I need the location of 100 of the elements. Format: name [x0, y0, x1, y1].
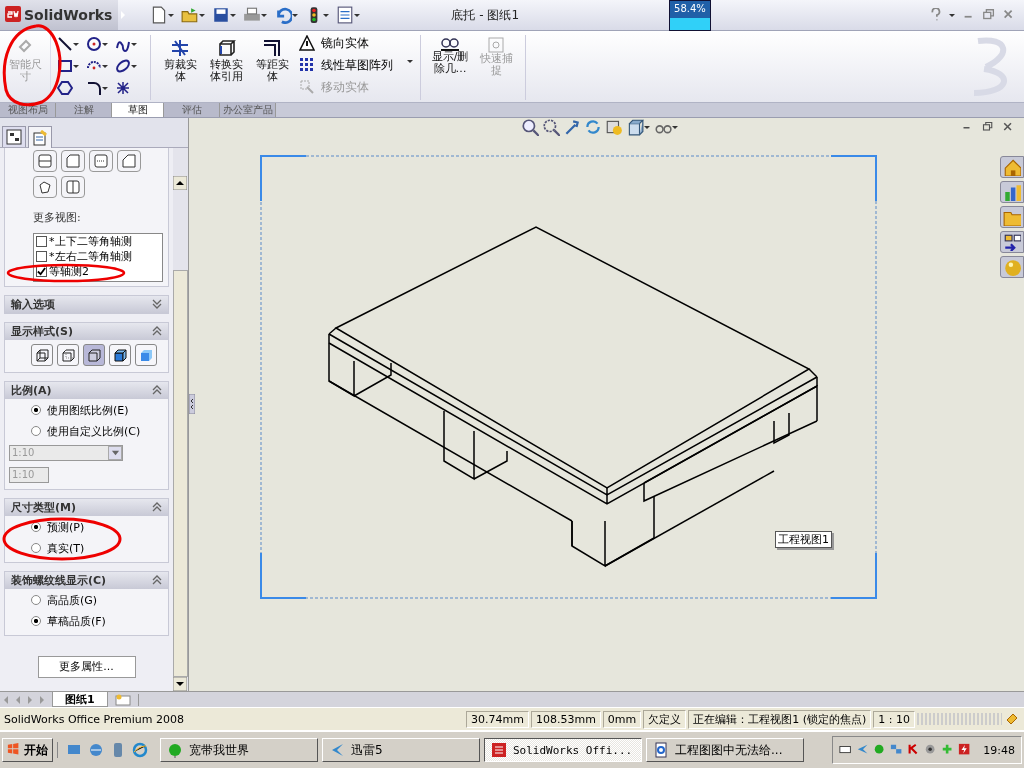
taskbar-button[interactable]: SolidWorks Offi...	[484, 738, 642, 763]
fillet-icon[interactable]	[86, 80, 102, 96]
chevron-up-icon[interactable]	[152, 385, 162, 396]
ribbon-button[interactable]: 镜向实体	[299, 33, 393, 53]
line-icon[interactable]	[57, 36, 73, 52]
section-header[interactable]: 输入选项	[5, 295, 168, 313]
radio-label: 使用图纸比例(E)	[47, 402, 129, 418]
chevron-down-icon[interactable]	[152, 299, 162, 310]
section-header[interactable]: 尺寸类型(M)	[5, 498, 168, 516]
checkbox[interactable]	[36, 250, 47, 262]
radio-button[interactable]	[31, 522, 41, 533]
radio-label: 真实(T)	[47, 540, 85, 556]
ellipse-icon[interactable]	[115, 58, 131, 74]
print-icon[interactable]	[243, 6, 262, 24]
start-button[interactable]: 开始	[2, 738, 53, 763]
point-icon[interactable]	[115, 80, 131, 96]
view-orientation-icon[interactable]	[93, 152, 109, 169]
view-orientation-icon[interactable]	[65, 152, 81, 169]
feature-tree-icon[interactable]	[6, 128, 22, 145]
clock: 19:48	[983, 743, 1015, 757]
section-header[interactable]: 装饰螺纹线显示(C)	[5, 571, 168, 589]
view-cube-icon[interactable]	[626, 117, 644, 136]
radio-button[interactable]	[31, 543, 41, 554]
radio-button[interactable]	[31, 426, 41, 437]
section-title: 尺寸类型(M)	[11, 499, 76, 515]
window-title: 底托 - 图纸1	[451, 6, 520, 24]
more-properties-button[interactable]: 更多属性...	[37, 655, 136, 678]
scrollbar[interactable]	[173, 147, 188, 692]
collapse-handle-icon[interactable]	[189, 394, 195, 415]
offset-icon	[261, 37, 283, 59]
save-icon[interactable]	[212, 6, 231, 24]
circle-icon[interactable]	[86, 36, 102, 52]
cube-icon	[60, 346, 76, 363]
cube-icon	[112, 346, 128, 363]
section-header[interactable]: 显示样式(S)	[5, 322, 168, 340]
zoom-fit-icon[interactable]	[521, 117, 539, 136]
list-item[interactable]: *上下二等角轴测	[49, 234, 132, 248]
section-title: 比例(A)	[11, 382, 52, 398]
checkmark-icon	[37, 266, 46, 276]
display-style-button[interactable]	[109, 343, 131, 366]
ribbon-button[interactable]: 线性草图阵列	[299, 55, 393, 75]
warning-triangle-icon	[299, 35, 315, 51]
property-manager-icon[interactable]	[32, 129, 48, 146]
radio-label: 草稿品质(F)	[47, 613, 106, 629]
zoom-area-icon[interactable]	[542, 117, 560, 136]
section-header[interactable]: 比例(A)	[5, 381, 168, 399]
dot-grid-icon	[299, 57, 315, 73]
radio-button[interactable]	[31, 616, 41, 627]
status-text: SolidWorks Office Premium 2008	[4, 712, 185, 726]
status-cell: 0mm	[602, 710, 642, 728]
section-title: 显示样式(S)	[11, 323, 73, 339]
restore-icon[interactable]	[982, 120, 994, 133]
sheet-tab[interactable]: 图纸1	[52, 692, 108, 708]
radio-button[interactable]	[31, 595, 41, 606]
scroll-up-icon[interactable]	[173, 175, 187, 190]
undo-icon[interactable]	[274, 6, 293, 24]
restore-icon[interactable]	[982, 8, 996, 22]
app-name: SolidWorks	[24, 7, 113, 23]
view-orientation-icon[interactable]	[65, 178, 81, 195]
taskbar-button[interactable]: 工程图图中无法给...	[646, 738, 804, 763]
checkbox[interactable]	[36, 265, 47, 277]
view-label[interactable]: 工程视图1	[775, 530, 832, 548]
chevron-up-icon[interactable]	[152, 326, 162, 337]
view-palette-icon[interactable]	[1003, 232, 1021, 251]
status-cell: 1 : 10	[873, 710, 916, 728]
browser-icon[interactable]	[132, 742, 148, 759]
ribbon-button[interactable]: 等距实体	[249, 33, 295, 83]
taskbar-button[interactable]: 迅雷5	[322, 738, 480, 763]
refresh-icon[interactable]	[584, 117, 602, 136]
ribbon-button[interactable]: 转换实体引用	[203, 33, 249, 83]
help-icon[interactable]	[929, 8, 943, 22]
status-cell: 30.74mm	[466, 710, 529, 728]
scroll-down-icon[interactable]	[173, 677, 187, 692]
taskbar-button[interactable]: 宽带我世界	[160, 738, 318, 763]
display-style-button[interactable]	[31, 343, 53, 366]
chevron-up-icon[interactable]	[152, 575, 162, 586]
cube-icon	[86, 346, 102, 363]
parts-icon[interactable]	[1003, 182, 1021, 201]
chevron-up-icon[interactable]	[152, 502, 162, 513]
radio-label: 使用自定义比例(C)	[47, 423, 141, 439]
checklist-icon[interactable]	[336, 6, 355, 24]
status-cell: 108.53mm	[530, 710, 601, 728]
ribbon-button[interactable]: 显示/删除几…	[427, 33, 473, 75]
polygon-icon[interactable]	[57, 80, 73, 96]
home-icon[interactable]	[1003, 157, 1021, 176]
radio-label: 高品质(G)	[47, 592, 98, 608]
list-item[interactable]: 等轴测2	[49, 264, 89, 278]
radio-button[interactable]	[31, 405, 41, 416]
open-folder-icon[interactable]	[181, 6, 200, 24]
view-orientation-icon[interactable]	[121, 152, 137, 169]
display-style-button[interactable]	[83, 343, 105, 366]
list-item[interactable]: *左右二等角轴测	[49, 249, 132, 263]
cube-icon	[34, 346, 50, 363]
section-title: 输入选项	[11, 296, 55, 312]
view-orientation-icon[interactable]	[37, 152, 53, 169]
ribbon-button[interactable]: 剪裁实体	[157, 33, 203, 83]
display-style-button[interactable]	[57, 343, 79, 366]
close-icon[interactable]	[1002, 120, 1014, 133]
checkbox[interactable]	[36, 235, 47, 247]
previous-view-icon[interactable]	[563, 117, 581, 136]
